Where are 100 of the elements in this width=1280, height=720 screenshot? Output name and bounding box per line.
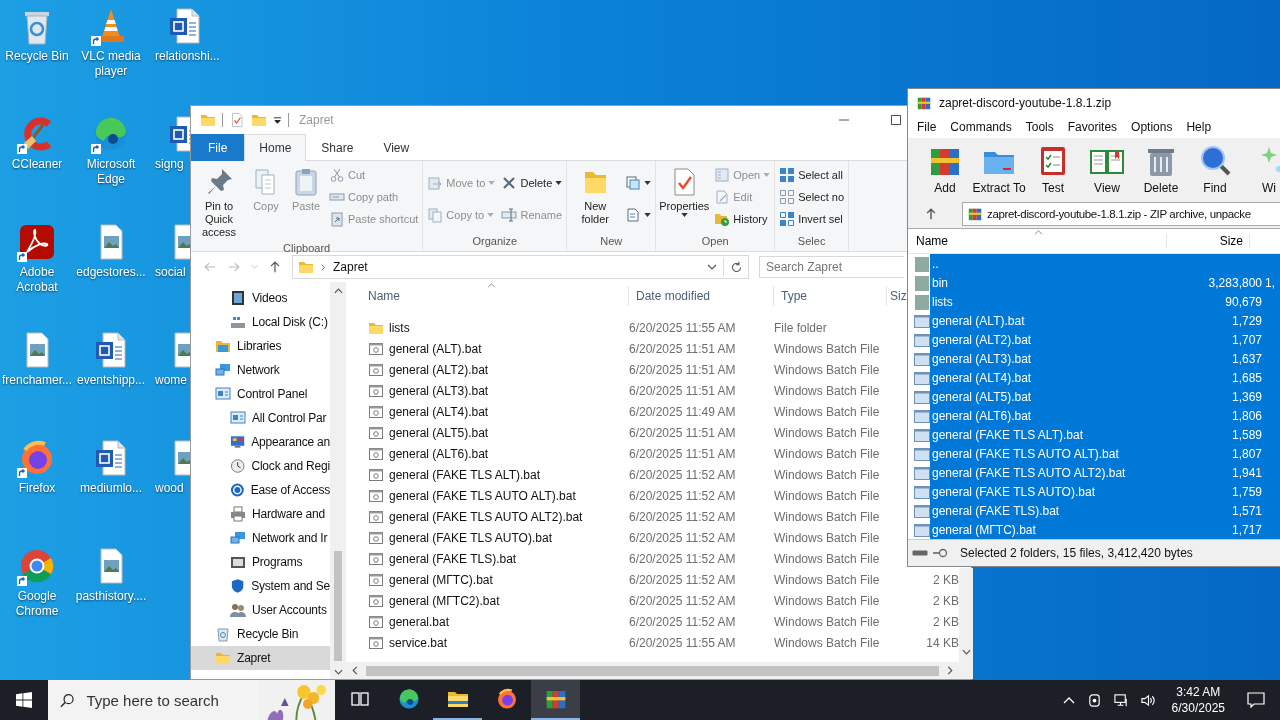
scrollbar[interactable]: [959, 568, 973, 679]
nav-item[interactable]: Clock and Regi: [191, 454, 330, 478]
menu-item[interactable]: Favorites: [1060, 120, 1125, 135]
file-row[interactable]: ..: [930, 254, 1280, 274]
meeting-icon[interactable]: [1086, 692, 1102, 708]
file-name[interactable]: general (ALT6).bat: [389, 446, 489, 461]
scroll-down-icon[interactable]: [333, 669, 343, 675]
nav-item[interactable]: Local Disk (C:): [191, 310, 330, 334]
scroll-left-icon[interactable]: [352, 666, 358, 675]
nav-item[interactable]: Recycle Bin: [191, 622, 330, 646]
taskbar-app-button[interactable]: [531, 680, 580, 720]
file-row[interactable]: general (ALT5).bat 1,369: [930, 387, 1280, 407]
path-field[interactable]: zapret-discord-youtube-1.8.1.zip - ZIP archive, unpacke: [962, 201, 1280, 226]
file-name[interactable]: lists: [389, 320, 410, 335]
ribbon-tab[interactable]: Share: [306, 134, 369, 161]
file-row[interactable]: general (ALT2).bat 1,707: [930, 330, 1280, 350]
nav-item[interactable]: Libraries: [191, 334, 330, 358]
nav-item[interactable]: Appearance an: [191, 430, 330, 454]
file-name[interactable]: general (МГТС2).bat: [389, 593, 500, 608]
speaker-icon[interactable]: [1140, 692, 1156, 708]
scroll-down-icon[interactable]: [961, 649, 971, 655]
nav-item[interactable]: Zapret: [191, 646, 330, 670]
notification-icon[interactable]: [1247, 692, 1265, 708]
file-name[interactable]: general (МГТС).bat: [389, 572, 493, 587]
file-row[interactable]: general (FAKE TLS AUTO).bat 1,759: [930, 482, 1280, 502]
column-header[interactable]: Date modified: [629, 286, 774, 306]
maximize-icon[interactable]: [891, 115, 901, 125]
ribbon-button[interactable]: Pin to Quick access: [193, 164, 245, 241]
menu-item[interactable]: File: [910, 120, 944, 135]
scrollbar[interactable]: [330, 282, 346, 679]
chevron-up-icon[interactable]: [1062, 696, 1075, 704]
file-menu-tab[interactable]: File: [191, 134, 245, 161]
nav-item[interactable]: Control Panel: [191, 382, 330, 406]
file-row[interactable]: general (ALT).bat 1,729: [930, 311, 1280, 331]
up-arrow-icon[interactable]: [268, 260, 282, 274]
file-row[interactable]: general (ALT4).bat 1,685: [930, 368, 1280, 388]
clock[interactable]: 3:42 AM 6/30/2025: [1161, 684, 1235, 716]
search-input[interactable]: Type here to search: [84, 690, 249, 710]
menu-item[interactable]: Tools: [1018, 120, 1061, 135]
menu-item[interactable]: Options: [1124, 120, 1180, 135]
file-name[interactable]: general (FAKE TLS ALT).bat: [389, 467, 540, 482]
file-row[interactable]: general (ALT6).bat 1,806: [930, 406, 1280, 426]
ribbon-button[interactable]: Invert sel: [777, 208, 847, 230]
toolbar-button[interactable]: View: [1080, 142, 1134, 195]
ribbon-button[interactable]: Select no: [777, 186, 847, 208]
file-name[interactable]: general (ALT3).bat: [389, 383, 489, 398]
nav-item[interactable]: Programs: [191, 550, 330, 574]
file-row[interactable]: general (FAKE TLS ALT).bat 1,589: [930, 425, 1280, 445]
search-field[interactable]: Search Zapret: [759, 256, 904, 278]
toolbar-button[interactable]: Find: [1188, 142, 1242, 195]
scroll-thumb[interactable]: [334, 551, 342, 661]
column-header[interactable]: Name: [908, 234, 1167, 249]
nav-item[interactable]: Videos: [191, 286, 330, 310]
column-header[interactable]: Size: [1167, 234, 1250, 249]
nav-item[interactable]: System and Se: [191, 574, 330, 598]
up-arrow-icon[interactable]: [924, 206, 938, 221]
column-header[interactable]: Siz: [887, 286, 907, 306]
nav-item[interactable]: User Accounts: [191, 598, 330, 622]
nav-item[interactable]: Network and Ir: [191, 526, 330, 550]
file-row[interactable]: general (FAKE TLS).bat 1,571: [930, 501, 1280, 521]
file-name[interactable]: general (FAKE TLS).bat: [389, 551, 517, 566]
menu-item[interactable]: Help: [1179, 120, 1219, 135]
ribbon-button[interactable]: Properties: [658, 164, 711, 219]
file-row[interactable]: general (FAKE TLS AUTO ALT2).bat 1,941: [930, 463, 1280, 483]
file-row[interactable]: general (МГТС).bat 1,717: [930, 520, 1280, 540]
toolbar-button[interactable]: Test: [1026, 142, 1080, 195]
ribbon-button[interactable]: Delete: [499, 172, 565, 194]
nav-item[interactable]: Ease of Access: [191, 478, 330, 502]
file-name[interactable]: general (ALT).bat: [389, 341, 482, 356]
refresh-icon[interactable]: [730, 260, 743, 274]
scroll-up-icon[interactable]: [333, 288, 343, 294]
file-name[interactable]: general (ALT2).bat: [389, 362, 489, 377]
file-row[interactable]: lists 90,679: [930, 292, 1280, 312]
scroll-thumb[interactable]: [366, 665, 939, 676]
file-name[interactable]: general (FAKE TLS AUTO).bat: [389, 530, 552, 545]
ribbon-tab[interactable]: Home: [244, 134, 307, 161]
file-name[interactable]: service.bat: [389, 635, 448, 650]
toolbar-button[interactable]: Extract To: [972, 142, 1026, 195]
pdf-app-icon[interactable]: [17, 222, 57, 262]
column-header[interactable]: Type: [774, 286, 887, 306]
network-icon[interactable]: [1113, 692, 1129, 708]
file-row[interactable]: general (FAKE TLS AUTO ALT).bat 1,807: [930, 444, 1280, 464]
chevron-down-icon[interactable]: [707, 264, 717, 270]
nav-item[interactable]: All Control Par: [191, 406, 330, 430]
file-name[interactable]: general.bat: [389, 614, 450, 629]
nav-item[interactable]: Network: [191, 358, 330, 382]
menu-item[interactable]: Commands: [943, 120, 1019, 135]
toolbar-button[interactable]: Delete: [1134, 142, 1188, 195]
file-name[interactable]: general (FAKE TLS AUTO ALT2).bat: [389, 509, 583, 524]
ribbon-button[interactable]: Select all: [777, 164, 847, 186]
dropdown-icon[interactable]: [273, 115, 282, 125]
file-name[interactable]: general (ALT5).bat: [389, 425, 489, 440]
ribbon-button[interactable]: New folder: [569, 164, 622, 228]
ribbon-button[interactable]: History: [712, 208, 773, 230]
file-name[interactable]: general (FAKE TLS AUTO ALT).bat: [389, 488, 576, 503]
column-header[interactable]: Name: [361, 286, 629, 306]
file-row[interactable]: general (ALT3).bat 1,637: [930, 349, 1280, 369]
address-bar[interactable]: Zapret: [292, 255, 749, 279]
file-row[interactable]: bin 3,283,800 1,: [930, 273, 1280, 293]
scroll-right-icon[interactable]: [947, 666, 953, 675]
